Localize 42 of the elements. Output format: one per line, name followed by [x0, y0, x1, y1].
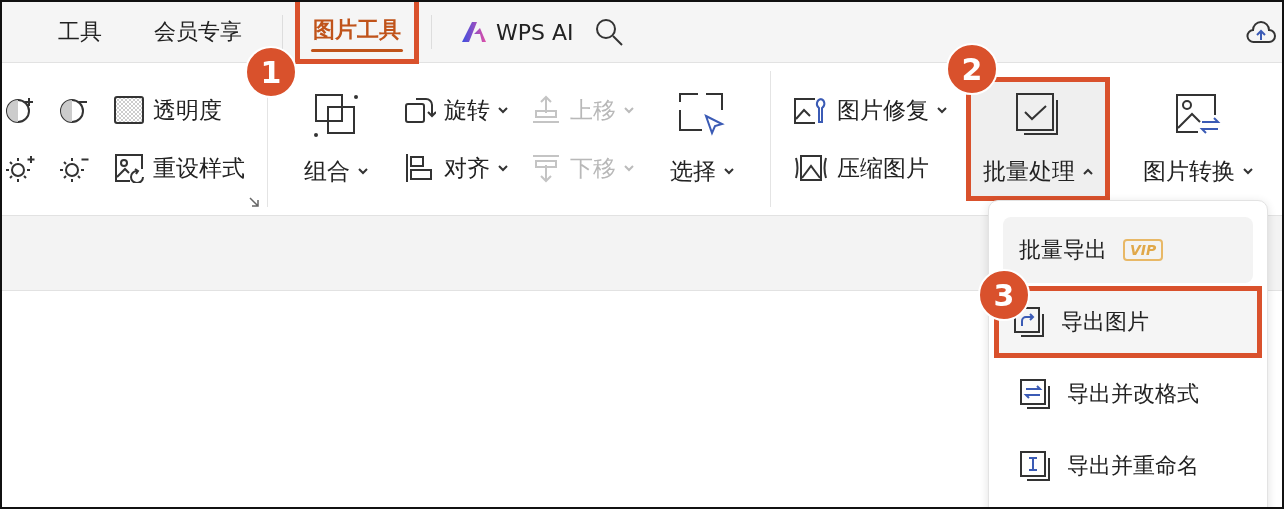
select-icon	[678, 92, 726, 138]
ribbon-button[interactable]: 旋转	[404, 88, 508, 132]
ribbon-button[interactable]: 图片修复	[793, 88, 947, 132]
reset-picture-icon	[113, 153, 145, 183]
caret-icon	[498, 164, 508, 172]
bring-forward-icon	[530, 95, 562, 125]
caret-icon	[937, 106, 947, 114]
menu-item[interactable]: 导出并改格式	[1003, 361, 1253, 427]
export-format-icon	[1019, 378, 1051, 410]
menu-item[interactable]: 导出并重命名	[1003, 433, 1253, 499]
cloud-upload-icon[interactable]	[1246, 18, 1276, 46]
caret-icon	[498, 106, 508, 114]
ai-button[interactable]: WPS AI	[446, 19, 588, 45]
ribbon-button[interactable]: 透明度	[113, 88, 245, 132]
ribbon-tab[interactable]: 图片工具	[297, 2, 417, 62]
step-number: 1	[245, 46, 297, 98]
send-backward-icon	[530, 153, 562, 183]
caret-icon	[624, 106, 634, 114]
ribbon-large-button[interactable]: 图片转换	[1129, 80, 1267, 198]
menu-item[interactable]: 批量导出 VIP	[1003, 217, 1253, 283]
ribbon-button[interactable]: 重设样式	[113, 146, 245, 190]
group-icon	[312, 92, 360, 138]
export-picture-icon	[1013, 306, 1045, 338]
ribbon-button[interactable]: 对齐	[404, 146, 508, 190]
compress-picture-icon	[793, 153, 829, 183]
caret-icon	[724, 167, 734, 175]
ribbon-button[interactable]: 压缩图片	[793, 146, 947, 190]
caret-icon	[1083, 167, 1093, 175]
vip-tag: VIP	[1123, 239, 1164, 261]
caret-icon	[358, 167, 368, 175]
brightness-plus-icon	[5, 153, 37, 183]
dialog-launcher-icon[interactable]	[249, 197, 259, 207]
caret-icon	[1243, 167, 1253, 175]
ribbon-large-button[interactable]: 选择	[656, 80, 748, 198]
transparency-icon	[113, 95, 145, 125]
ai-logo-icon	[460, 20, 488, 44]
rotate-icon	[404, 95, 436, 125]
ribbon-large-button[interactable]: 批量处理	[969, 80, 1107, 198]
caret-icon	[624, 164, 634, 172]
ribbon-tab[interactable]: 工具	[32, 2, 128, 62]
export-rename-icon	[1019, 450, 1051, 482]
search-icon[interactable]	[593, 17, 624, 47]
